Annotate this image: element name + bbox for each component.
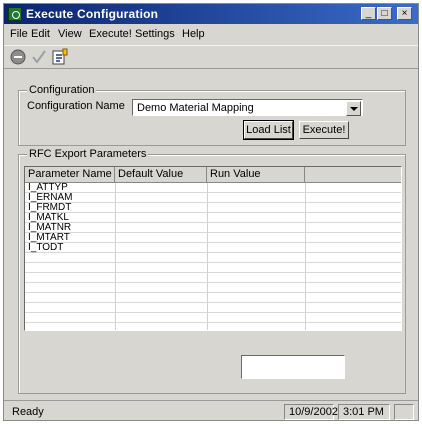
run-value-input[interactable] [241,355,345,379]
configuration-group-label: Configuration [27,84,97,96]
column-header-run-value[interactable]: Run Value [207,167,305,183]
stop-icon[interactable] [9,48,27,66]
default-value-cell[interactable] [115,223,118,233]
menu-settings[interactable]: Settings [135,28,175,40]
default-value-cell[interactable] [115,233,118,243]
menu-help[interactable]: Help [182,28,205,40]
default-value-cell[interactable] [115,243,118,253]
run-value-cell[interactable] [207,243,210,253]
empty-row [25,303,401,313]
rfc-export-parameters-label: RFC Export Parameters [27,148,149,160]
run-value-cell[interactable] [207,183,210,193]
menu-bar: File Edit View Execute! Settings Help [4,25,418,43]
run-value-cell[interactable] [207,213,210,223]
empty-row [25,253,401,263]
close-button[interactable]: × [397,7,412,20]
table-row[interactable]: I_MATNR [25,223,401,233]
parameter-name-cell: I_TODT [28,242,64,253]
check-icon[interactable] [30,48,48,66]
column-header-parameter-name[interactable]: Parameter Name [25,167,115,183]
table-row[interactable]: I_ERNAM [25,193,401,203]
table-row[interactable]: I_TODT [25,243,401,253]
status-text: Ready [12,406,44,418]
table-row[interactable]: I_ATTYP [25,183,401,193]
menu-edit[interactable]: Edit [31,28,50,40]
table-row[interactable]: I_MTART [25,233,401,243]
menu-execute[interactable]: Execute! [89,28,132,40]
default-value-cell[interactable] [115,203,118,213]
status-date: 10/9/2002 [284,404,338,420]
run-value-cell[interactable] [207,193,210,203]
minimize-button[interactable]: _ [361,7,376,20]
parameters-table[interactable]: Parameter Name Default Value Run Value I… [24,166,402,331]
title-bar[interactable]: Execute Configuration _ □ × [4,4,418,24]
table-row[interactable]: I_FRMDT [25,203,401,213]
empty-row [25,313,401,323]
chevron-down-icon[interactable] [346,101,361,116]
execute-button[interactable]: Execute! [299,121,349,139]
default-value-cell[interactable] [115,193,118,203]
empty-row [25,273,401,283]
column-header-default-value[interactable]: Default Value [115,167,207,183]
default-value-cell[interactable] [115,183,118,193]
rfc-export-parameters-group: RFC Export Parameters Parameter Name Def… [18,148,406,394]
window-title: Execute Configuration [26,7,159,21]
column-header-blank [305,167,401,183]
toolbar [4,45,418,69]
configuration-group: Configuration Configuration Name Demo Ma… [18,84,406,146]
execute-configuration-window: Execute Configuration _ □ × File Edit Vi… [3,3,419,421]
app-icon [8,7,22,21]
configuration-name-dropdown[interactable]: Demo Material Mapping [132,99,363,116]
empty-row [25,283,401,293]
status-blank-pane [394,404,414,420]
run-value-cell[interactable] [207,203,210,213]
load-list-button[interactable]: Load List [243,120,294,140]
menu-file[interactable]: File [10,28,28,40]
execute-icon[interactable] [51,48,69,66]
table-row[interactable]: I_MATKL [25,213,401,223]
run-value-cell[interactable] [207,233,210,243]
menu-view[interactable]: View [58,28,82,40]
empty-row [25,293,401,303]
run-value-cell[interactable] [207,223,210,233]
empty-row [25,263,401,273]
status-time: 3:01 PM [338,404,390,420]
default-value-cell[interactable] [115,213,118,223]
status-bar: Ready 10/9/2002 3:01 PM [4,400,418,421]
configuration-name-label: Configuration Name [27,100,125,112]
maximize-button[interactable]: □ [377,7,392,20]
configuration-name-value: Demo Material Mapping [137,102,254,114]
